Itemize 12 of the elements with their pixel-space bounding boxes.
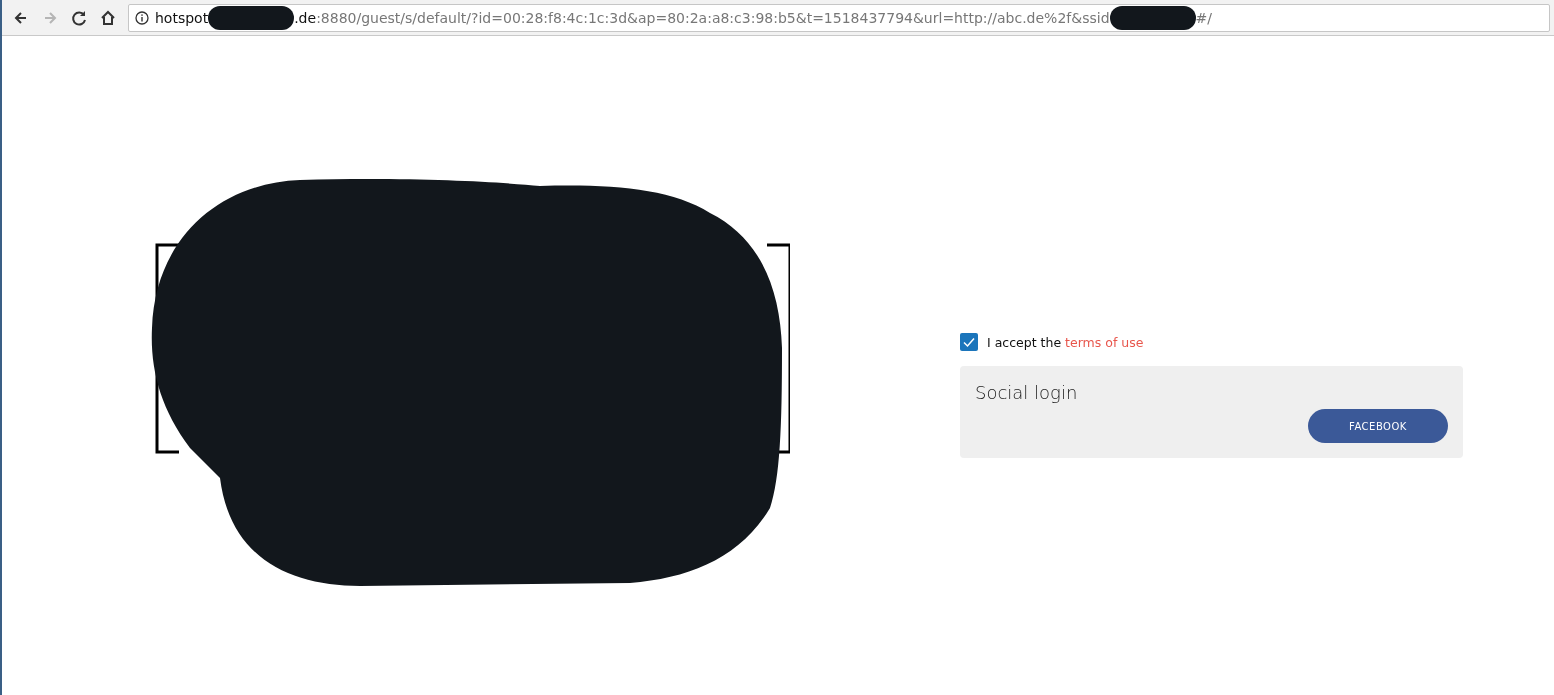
info-icon[interactable] (135, 10, 149, 25)
home-icon[interactable] (99, 8, 117, 27)
url-text: .de (294, 9, 317, 26)
facebook-button[interactable]: FACEBOOK (1308, 409, 1448, 443)
card-title: Social login (975, 382, 1079, 403)
checkbox[interactable] (960, 333, 978, 351)
url-text: hotspot (155, 9, 209, 26)
address-bar[interactable]: hotspot .de:8880/guest/s/default/?id=00:28:f8:4c:1c:3d&ap=80:2a:a8:c3:98:b5&t=1518437794&url=http://abc.de%2f&ssid #/ (128, 3, 1550, 32)
terms-link[interactable]: terms of use (1065, 334, 1144, 350)
terms-label: I accept the terms of use (987, 334, 1144, 350)
url-text: :8880/guest/s/default/?id=00:28:f8:4c:1c:3d&ap=80:2a:a8:c3:98:b5&t=1518437794&url=http://abc.de%2f&ssid (316, 9, 1110, 26)
url-text: #/ (1195, 9, 1212, 26)
